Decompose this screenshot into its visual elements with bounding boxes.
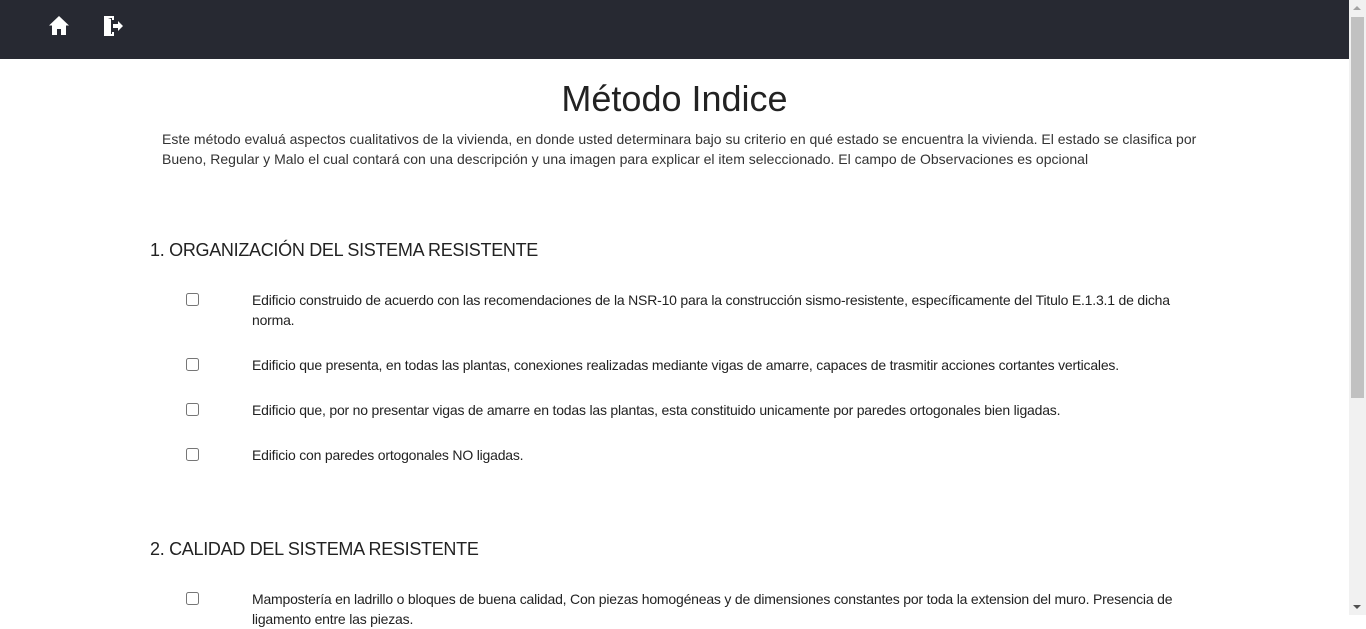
logout-icon[interactable]: [102, 14, 126, 38]
option-label: Edificio que presenta, en todas las plan…: [252, 357, 1119, 373]
option-label: Mampostería en ladrillo o bloques de bue…: [252, 591, 1173, 627]
option-label: Edificio construido de acuerdo con las r…: [252, 292, 1170, 328]
option-checkbox[interactable]: [186, 403, 199, 416]
home-icon[interactable]: [48, 15, 72, 39]
section-title-organizacion: 1. ORGANIZACIÓN DEL SISTEMA RESISTENTE: [150, 240, 539, 260]
scroll-up-arrow-icon[interactable]: [1349, 0, 1366, 17]
option-checkbox[interactable]: [186, 448, 199, 461]
page-title: Método Indice: [561, 78, 788, 119]
scroll-down-arrow-icon[interactable]: [1349, 598, 1366, 615]
vertical-scrollbar[interactable]: [1349, 0, 1366, 615]
option-label: Edificio que, por no presentar vigas de …: [252, 402, 1061, 418]
scrollbar-thumb[interactable]: [1351, 17, 1364, 398]
intro-text: Este método evaluá aspectos cualitativos…: [162, 131, 1197, 167]
option-checkbox[interactable]: [186, 592, 199, 605]
option-label: Edificio con paredes ortogonales NO liga…: [252, 447, 524, 463]
section-title-calidad: 2. CALIDAD DEL SISTEMA RESISTENTE: [150, 539, 479, 559]
option-checkbox[interactable]: [186, 358, 199, 371]
option-checkbox[interactable]: [186, 293, 199, 306]
top-navbar: [0, 0, 1349, 59]
